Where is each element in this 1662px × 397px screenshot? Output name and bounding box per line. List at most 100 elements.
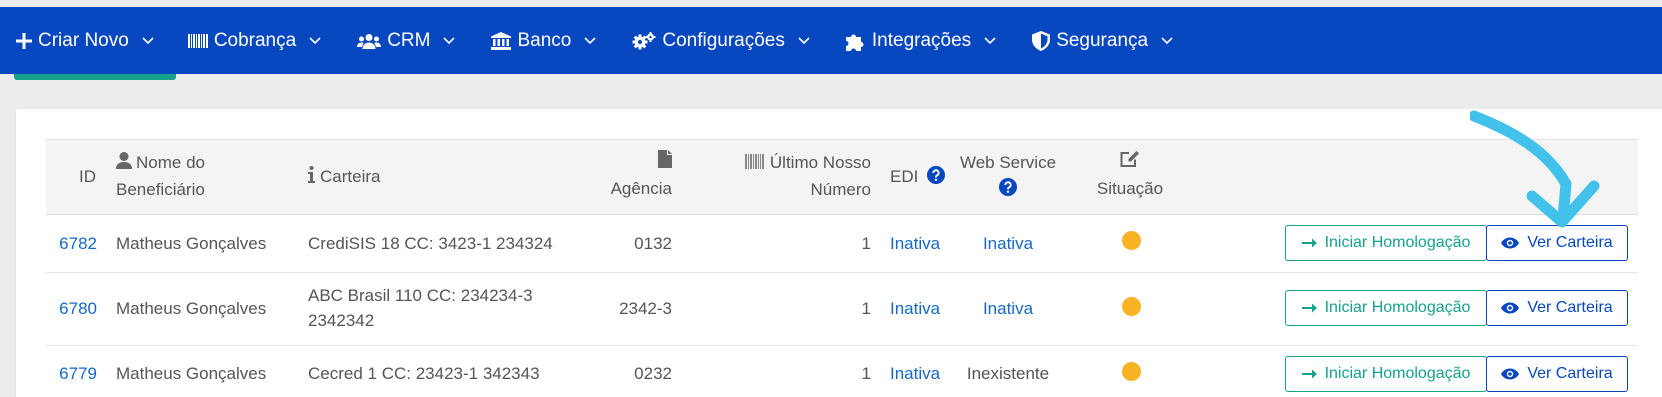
row-ultimo-numero: 1 — [861, 364, 871, 383]
row-agencia: 0232 — [634, 364, 672, 383]
nav-crm[interactable]: CRM — [357, 7, 456, 74]
help-icon[interactable] — [999, 178, 1017, 204]
help-icon[interactable] — [927, 166, 946, 192]
row-edi-status[interactable]: Inativa — [890, 231, 940, 256]
eye-icon — [1501, 302, 1520, 314]
col-header-situacao[interactable]: Situação — [1090, 150, 1170, 202]
info-icon — [308, 165, 315, 191]
row-nome: Matheus Gonçalves — [116, 364, 267, 383]
row-carteira: CrediSIS 18 CC: 3423-1 234324 — [308, 234, 553, 253]
cogs-icon — [632, 31, 656, 50]
nav-integracoes[interactable]: Integrações — [845, 7, 996, 74]
chevron-down-icon — [798, 36, 810, 45]
arrow-right-icon — [1301, 238, 1317, 248]
nav-seguranca[interactable]: Segurança — [1032, 7, 1173, 74]
iniciar-homologacao-button[interactable]: Iniciar Homologação — [1285, 290, 1487, 326]
top-navbar: Criar Novo Cobrança CRM Banco Configuraç… — [0, 7, 1662, 74]
col-header-edi-label: EDI — [890, 167, 919, 186]
nav-configuracoes[interactable]: Configurações — [632, 7, 810, 74]
row-carteira: ABC Brasil 110 CC: 234234-3 2342342 — [308, 283, 533, 333]
users-icon — [357, 33, 382, 49]
puzzle-icon — [845, 31, 866, 51]
chevron-down-icon — [309, 36, 321, 45]
plus-icon — [16, 32, 32, 49]
chevron-down-icon — [984, 36, 996, 45]
row-agencia: 0132 — [634, 234, 672, 253]
chevron-down-icon — [584, 36, 596, 45]
shield-icon — [1032, 30, 1051, 51]
nav-cobranca[interactable]: Cobrança — [187, 7, 321, 74]
col-header-nome-line1: Nome do — [136, 153, 205, 172]
status-dot — [1122, 297, 1141, 316]
row-edi-status[interactable]: Inativa — [890, 361, 940, 386]
row-edi-status[interactable]: Inativa — [890, 296, 940, 321]
nav-label: Cobrança — [213, 29, 297, 51]
col-header-ultimo-line2: Número — [810, 180, 871, 199]
col-header-carteira-label: Carteira — [320, 167, 381, 186]
file-icon — [658, 150, 672, 176]
row-id-link[interactable]: 6779 — [50, 361, 97, 386]
button-label: Iniciar Homologação — [1324, 234, 1471, 251]
col-header-carteira[interactable]: Carteira — [308, 164, 508, 191]
nav-label: Banco — [517, 29, 572, 51]
col-header-ultimo-nosso-numero[interactable]: Último Nosso Número — [700, 150, 871, 203]
button-label: Ver Carteira — [1527, 365, 1613, 382]
status-dot — [1122, 231, 1141, 250]
nav-label: Integrações — [871, 29, 972, 51]
nav-label: Segurança — [1056, 29, 1149, 51]
arrow-right-icon — [1301, 303, 1317, 313]
nav-label: Criar Novo — [38, 29, 129, 51]
annotation-arrow-icon — [1470, 110, 1600, 228]
nav-label: Configurações — [662, 29, 785, 51]
row-ultimo-numero: 1 — [861, 234, 871, 253]
row-divider — [46, 272, 1638, 273]
button-label: Ver Carteira — [1527, 234, 1613, 251]
row-carteira-line1: ABC Brasil 110 CC: 234234-3 — [308, 286, 533, 305]
row-nome: Matheus Gonçalves — [116, 234, 267, 253]
barcode-icon — [744, 151, 764, 177]
barcode-icon — [187, 33, 208, 49]
row-carteira: Cecred 1 CC: 23423-1 342343 — [308, 364, 540, 383]
col-header-ultimo-line1: Último Nosso — [769, 153, 871, 172]
button-label: Ver Carteira — [1527, 299, 1613, 316]
main-menu: Criar Novo Cobrança CRM Banco Configuraç… — [0, 7, 1173, 74]
col-header-nome[interactable]: Nome do Beneficiário — [116, 150, 286, 203]
col-header-web-service[interactable]: Web Service — [950, 150, 1066, 204]
iniciar-homologacao-button[interactable]: Iniciar Homologação — [1285, 225, 1487, 261]
ver-carteira-button[interactable]: Ver Carteira — [1486, 356, 1628, 392]
row-id-link[interactable]: 6780 — [50, 296, 97, 321]
arrow-right-icon — [1301, 369, 1317, 379]
row-nome: Matheus Gonçalves — [116, 299, 267, 318]
active-tab-indicator — [14, 74, 176, 80]
col-header-agencia[interactable]: Agência — [560, 150, 672, 202]
nav-label: CRM — [387, 29, 431, 51]
iniciar-homologacao-button[interactable]: Iniciar Homologação — [1285, 356, 1487, 392]
user-icon — [116, 151, 132, 177]
edit-icon — [1120, 150, 1140, 176]
row-agencia: 2342-3 — [619, 299, 672, 318]
chevron-down-icon — [142, 36, 154, 45]
status-dot — [1122, 362, 1141, 381]
eye-icon — [1501, 368, 1520, 380]
row-ws-status[interactable]: Inativa — [950, 231, 1066, 256]
bank-icon — [491, 31, 512, 50]
row-ws-status[interactable]: Inativa — [950, 296, 1066, 321]
col-header-situacao-label: Situação — [1096, 179, 1164, 198]
col-header-id[interactable]: ID — [66, 164, 96, 190]
nav-criar-novo[interactable]: Criar Novo — [16, 7, 154, 74]
col-header-ws-label: Web Service — [959, 153, 1057, 172]
eye-icon — [1501, 237, 1520, 249]
col-header-nome-line2: Beneficiário — [116, 180, 205, 199]
row-ws-status: Inexistente — [966, 364, 1050, 383]
row-id-link[interactable]: 6782 — [50, 231, 97, 256]
row-carteira-line2: 2342342 — [308, 311, 375, 330]
chevron-down-icon — [1161, 36, 1173, 45]
button-label: Iniciar Homologação — [1324, 299, 1471, 316]
nav-banco[interactable]: Banco — [491, 7, 596, 74]
chevron-down-icon — [443, 36, 456, 45]
button-label: Iniciar Homologação — [1324, 365, 1471, 382]
col-header-agencia-label: Agência — [610, 179, 672, 198]
ver-carteira-button[interactable]: Ver Carteira — [1486, 290, 1628, 326]
row-ultimo-numero: 1 — [861, 299, 871, 318]
row-divider — [46, 345, 1638, 346]
